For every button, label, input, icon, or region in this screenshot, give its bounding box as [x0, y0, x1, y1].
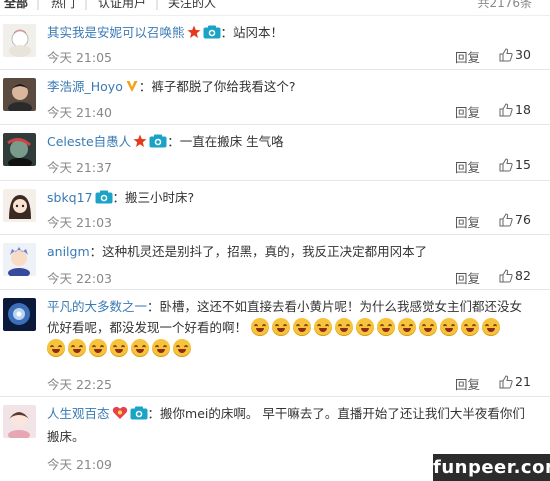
comment-item: sbkq17 ：搬三小时床? 今天 21:03 回复 76 — [0, 181, 550, 235]
star-icon — [133, 133, 147, 154]
avatar[interactable] — [3, 243, 36, 276]
comment-username[interactable]: anilgm — [47, 244, 90, 259]
comment-text: ：一直在搬床 生气咯 — [167, 134, 284, 149]
watermark: funpeer.com — [433, 454, 550, 481]
thumbs-up-icon[interactable] — [499, 374, 513, 393]
tab-divider: | — [36, 0, 41, 10]
laugh-cry-emoji — [293, 318, 311, 336]
comment-text: ：卧槽，这还不如直接去看小黄片呢！为什么我感觉女主们都还没女 — [147, 299, 523, 314]
thumbs-up-icon[interactable] — [499, 47, 513, 66]
laugh-cry-emoji — [173, 339, 191, 357]
reply-button[interactable]: 回复 — [455, 102, 480, 121]
comment-time: 今天 21:37 — [47, 160, 112, 175]
comment-text-continued: 搬床。 — [47, 429, 85, 444]
reply-button[interactable]: 回复 — [455, 157, 480, 176]
laugh-cry-emoji — [110, 339, 128, 357]
laugh-cry-emoji — [377, 318, 395, 336]
tab-hot[interactable]: 热门 — [51, 0, 75, 9]
comment-time: 今天 22:25 — [47, 377, 112, 392]
camera-icon — [95, 189, 113, 210]
tab-all[interactable]: 全部 — [4, 0, 28, 9]
comment-item: 李浩源_Hoyo ：裤子都脱了你给我看这个? 今天 21:40 回复 18 — [0, 70, 550, 125]
heart-icon — [112, 405, 128, 426]
v-badge-icon — [125, 78, 139, 99]
reply-button[interactable]: 回复 — [455, 47, 480, 66]
camera-icon — [203, 24, 221, 45]
comment-item: 平凡的大多数之一：卧槽，这还不如直接去看小黄片呢！为什么我感觉女主们都还没女 优… — [0, 290, 550, 397]
tab-verified[interactable]: 认证用户 — [98, 0, 146, 9]
tab-divider: | — [155, 0, 160, 10]
comment-text: ：裤子都脱了你给我看这个? — [138, 79, 296, 94]
like-count: 18 — [515, 102, 531, 117]
laugh-cry-emoji — [440, 318, 458, 336]
reply-button[interactable]: 回复 — [455, 268, 480, 287]
laugh-cry-emoji — [335, 318, 353, 336]
avatar[interactable] — [3, 189, 36, 222]
comment-item: anilgm：这种机灵还是别抖了，招黑，真的，我反正决定都用冈本了 今天 22:… — [0, 235, 550, 290]
laugh-cry-emoji — [461, 318, 479, 336]
laugh-cry-emoji — [131, 339, 149, 357]
thumbs-up-icon[interactable] — [499, 268, 513, 287]
thumbs-up-icon[interactable] — [499, 102, 513, 121]
laugh-cry-emoji — [272, 318, 290, 336]
comment-username[interactable]: 李浩源_Hoyo — [47, 79, 123, 94]
comment-time: 今天 22:03 — [47, 271, 112, 286]
comment-username[interactable]: Celeste自愚人 — [47, 134, 131, 149]
reply-button[interactable]: 回复 — [455, 374, 480, 393]
comment-text: ：站冈本！ — [220, 25, 284, 40]
camera-icon — [130, 405, 148, 426]
tab-divider: | — [84, 0, 89, 10]
laugh-cry-emoji — [251, 318, 269, 336]
tab-following[interactable]: 关注的人 — [168, 0, 216, 9]
like-count: 15 — [515, 157, 531, 172]
laugh-cry-emoji — [314, 318, 332, 336]
comment-filter-tabs: 全部 | 热门 | 认证用户 | 关注的人 共2176条 — [0, 0, 550, 16]
avatar[interactable] — [3, 405, 36, 438]
thumbs-up-icon[interactable] — [499, 212, 513, 231]
thumbs-up-icon[interactable] — [499, 157, 513, 176]
comment-time: 今天 21:09 — [47, 457, 112, 472]
laugh-cry-emoji — [47, 339, 65, 357]
comment-text: ：搬你mei的床啊。 早干嘛去了。直播开始了还让我们大半夜看你们 — [147, 406, 525, 421]
comment-text: ：搬三小时床? — [112, 190, 195, 205]
comment-time: 今天 21:03 — [47, 215, 112, 230]
laugh-cry-emoji — [398, 318, 416, 336]
laugh-cry-emoji — [419, 318, 437, 336]
like-count: 82 — [515, 268, 531, 283]
camera-icon — [149, 133, 167, 154]
comment-username[interactable]: 人生观百态 — [47, 406, 110, 421]
comment-username[interactable]: 平凡的大多数之一 — [47, 299, 147, 314]
like-count: 76 — [515, 212, 531, 227]
comment-time: 今天 21:40 — [47, 105, 112, 120]
avatar[interactable] — [3, 78, 36, 111]
laugh-cry-emoji — [356, 318, 374, 336]
comment-text: ：这种机灵还是别抖了，招黑，真的，我反正决定都用冈本了 — [89, 244, 428, 259]
like-count: 30 — [515, 47, 531, 62]
comment-username[interactable]: 其实我是安妮可以召唤熊 — [47, 25, 185, 40]
laugh-cry-emoji — [152, 339, 170, 357]
star-icon — [187, 24, 201, 45]
comment-item: 其实我是安妮可以召唤熊 ：站冈本！ 今天 21:05 回复 30 — [0, 16, 550, 70]
comment-item: Celeste自愚人 ：一直在搬床 生气咯 今天 21:37 回复 15 — [0, 125, 550, 181]
reply-button[interactable]: 回复 — [455, 212, 480, 231]
like-count: 21 — [515, 374, 531, 389]
comment-text-continued: 优好看呢，都没发现一个好看的啊！ — [47, 320, 248, 335]
comment-time: 今天 21:05 — [47, 50, 112, 65]
laugh-cry-emoji — [68, 339, 86, 357]
avatar[interactable] — [3, 298, 36, 331]
avatar[interactable] — [3, 24, 36, 57]
comment-total-count: 共2176条 — [477, 0, 532, 10]
laugh-cry-emoji — [482, 318, 500, 336]
laugh-cry-emoji — [89, 339, 107, 357]
comment-username[interactable]: sbkq17 — [47, 190, 93, 205]
avatar[interactable] — [3, 133, 36, 166]
